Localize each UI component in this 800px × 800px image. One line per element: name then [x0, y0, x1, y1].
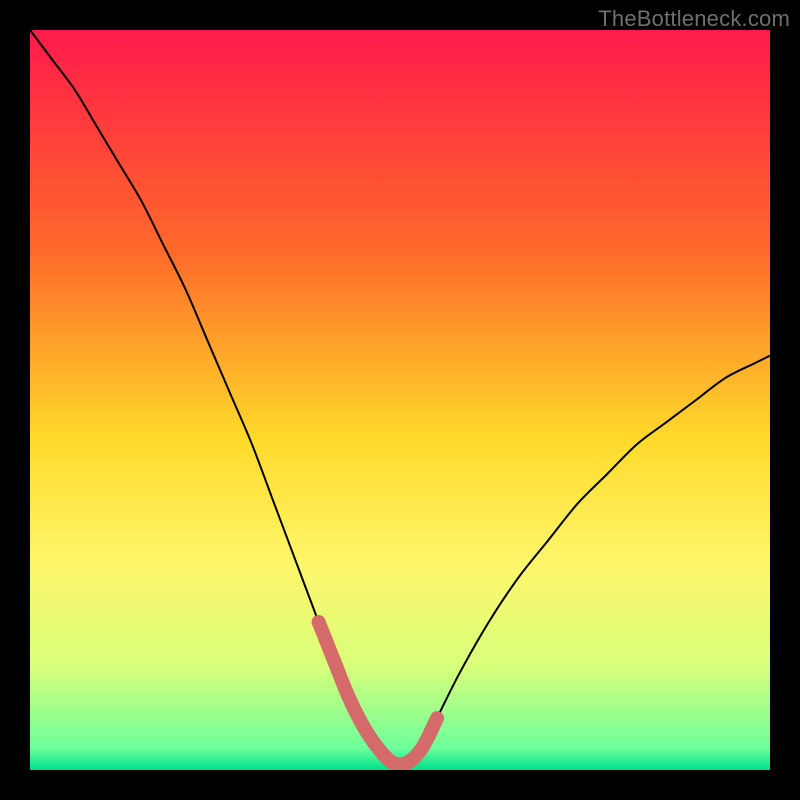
plot-area [30, 30, 770, 770]
gradient-background [30, 30, 770, 770]
chart-frame: TheBottleneck.com [0, 0, 800, 800]
watermark-text: TheBottleneck.com [598, 6, 790, 32]
chart-svg [30, 30, 770, 770]
